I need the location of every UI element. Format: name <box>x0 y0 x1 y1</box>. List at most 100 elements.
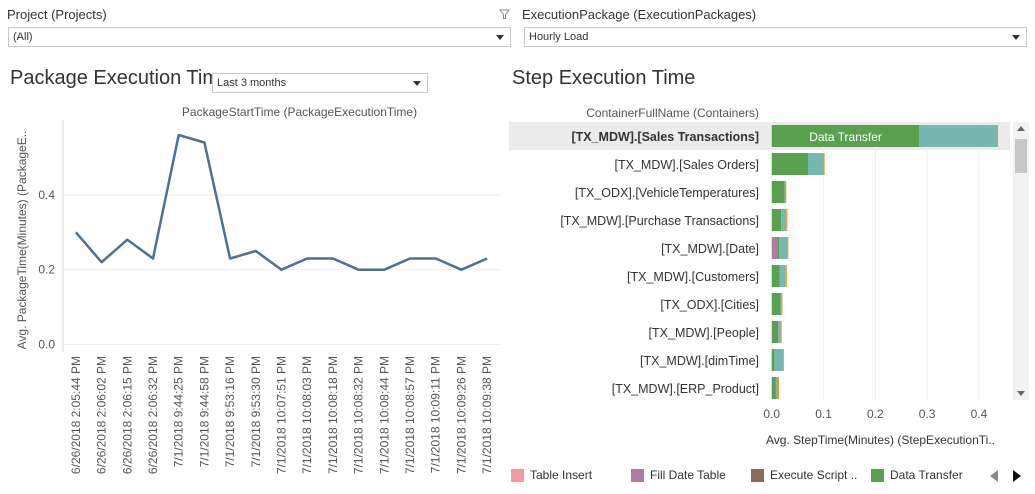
data-point[interactable] <box>456 265 466 275</box>
x-tick-label: 6/26/2018 2:06:15 PM <box>120 356 134 474</box>
x-tick-label: 0.4 <box>971 407 988 421</box>
step-chart-scrollbar[interactable] <box>1013 122 1029 400</box>
bar-segment[interactable] <box>785 265 787 287</box>
data-point[interactable] <box>405 253 415 263</box>
legend-swatch-3 <box>871 468 884 482</box>
category-label[interactable]: [TX_MDW].[Customers] <box>627 270 759 284</box>
bar-segment[interactable] <box>771 349 775 371</box>
data-point[interactable] <box>354 265 364 275</box>
bar-chart-header: ContainerFullName (Containers) <box>586 106 759 120</box>
data-point[interactable] <box>302 253 312 263</box>
data-point[interactable] <box>122 235 132 245</box>
scroll-up-icon[interactable] <box>1017 126 1025 131</box>
y-tick-label: 0.2 <box>38 263 55 277</box>
category-label[interactable]: [TX_ODX].[Cities] <box>660 298 759 312</box>
bar-segment[interactable] <box>823 153 825 175</box>
legend-swatch-2 <box>751 468 764 482</box>
x-tick-label: 0.3 <box>919 407 936 421</box>
bar-segment[interactable] <box>771 265 780 287</box>
x-tick-label: 6/26/2018 2:06:32 PM <box>146 356 160 474</box>
legend-label-1: Fill Date Table <box>650 468 726 482</box>
category-label[interactable]: [TX_MDW].[Sales Orders] <box>615 158 759 172</box>
category-label[interactable]: [TX_MDW].[Sales Transactions] <box>571 130 759 144</box>
data-point[interactable] <box>431 253 441 263</box>
bar-segment[interactable] <box>779 237 788 259</box>
legend-item-1[interactable]: Fill Date Table <box>631 466 726 484</box>
step-bar-chart[interactable]: ContainerFullName (Containers) [TX_MDW].[… <box>509 106 1010 447</box>
scrollbar-thumb[interactable] <box>1015 139 1027 173</box>
bar-segment[interactable] <box>787 237 789 259</box>
x-tick-label: 6/26/2018 2:05:44 PM <box>69 356 83 474</box>
x-tick-label: 0.1 <box>815 407 832 421</box>
x-tick-label: 7/1/2018 10:08:44 PM <box>377 356 391 474</box>
bar-segment[interactable] <box>771 181 785 203</box>
charts-canvas: PackageStartTime (PackageExecutionTime) 0… <box>15 105 1010 474</box>
category-label[interactable]: [TX_MDW].[ERP_Product] <box>612 382 759 396</box>
x-tick-label: 7/1/2018 10:08:57 PM <box>403 356 417 474</box>
x-tick-label: 7/1/2018 10:08:32 PM <box>352 356 366 474</box>
bar-segment[interactable] <box>781 209 787 231</box>
x-tick-label: 7/1/2018 10:09:38 PM <box>480 356 494 474</box>
legend-prev-icon[interactable] <box>990 470 998 482</box>
legend-label-0: Table Insert <box>530 468 593 482</box>
bar-segment[interactable] <box>771 209 782 231</box>
x-tick-label: 7/1/2018 10:08:03 PM <box>300 356 314 474</box>
legend-label-2: Execute Script .. <box>770 468 858 482</box>
category-label[interactable]: [TX_MDW].[People] <box>649 326 759 340</box>
x-tick-label: 0.0 <box>763 407 780 421</box>
bar-segment[interactable] <box>771 237 778 259</box>
bar-segment[interactable] <box>780 321 782 343</box>
bar-segment[interactable] <box>777 321 781 343</box>
package-line-chart[interactable]: PackageStartTime (PackageExecutionTime) 0… <box>15 105 500 474</box>
bar-segment[interactable] <box>786 209 788 231</box>
bar-segment[interactable] <box>997 125 999 147</box>
bar-segment[interactable] <box>771 321 778 343</box>
bar-segment[interactable] <box>781 293 783 315</box>
legend-item-0[interactable]: Table Insert <box>511 466 592 484</box>
x-axis-label: Avg. StepTime(Minutes) (StepExecutionTi.… <box>766 433 995 447</box>
data-point[interactable] <box>199 137 209 147</box>
scroll-down-icon[interactable] <box>1017 391 1025 396</box>
x-tick-label: 7/1/2018 9:44:25 PM <box>172 356 186 467</box>
category-label[interactable]: [TX_MDW].[dimTime] <box>640 354 759 368</box>
data-point[interactable] <box>379 265 389 275</box>
y-axis-label: Avg. PackageTime(Minutes) (PackageE.. <box>15 131 29 350</box>
data-point[interactable] <box>482 253 492 263</box>
bar-segment[interactable] <box>780 293 782 315</box>
bar-segment[interactable] <box>808 153 824 175</box>
bar-segment[interactable] <box>777 237 780 259</box>
bar-segment[interactable] <box>771 153 809 175</box>
y-tick-label: 0.4 <box>38 188 55 202</box>
bar-segment[interactable] <box>783 349 784 371</box>
data-point[interactable] <box>71 227 81 237</box>
data-point[interactable] <box>328 253 338 263</box>
bar-segment[interactable] <box>774 349 784 371</box>
bar-segment[interactable] <box>775 377 778 399</box>
x-tick-label: 7/1/2018 10:07:51 PM <box>275 356 289 474</box>
x-tick-label: 7/1/2018 10:09:26 PM <box>454 356 468 474</box>
category-label[interactable]: [TX_MDW].[Date] <box>661 242 759 256</box>
legend-next-icon[interactable] <box>1013 470 1021 482</box>
data-point[interactable] <box>225 253 235 263</box>
bar-segment[interactable] <box>771 293 781 315</box>
bar-segment[interactable] <box>785 181 787 203</box>
data-point[interactable] <box>174 130 184 140</box>
data-point[interactable] <box>277 265 287 275</box>
bar-segment[interactable] <box>777 377 780 399</box>
legend-item-3[interactable]: Data Transfer <box>871 466 963 484</box>
category-label[interactable]: [TX_ODX].[VehicleTemperatures] <box>575 186 759 200</box>
data-point[interactable] <box>251 246 261 256</box>
x-tick-label: 0.2 <box>867 407 884 421</box>
legend-item-2[interactable]: Execute Script .. <box>751 466 857 484</box>
x-tick-label: 7/1/2018 9:44:58 PM <box>197 356 211 467</box>
line-chart-title: PackageStartTime (PackageExecutionTime) <box>182 105 417 119</box>
bar-segment[interactable] <box>779 265 786 287</box>
data-point[interactable] <box>148 253 158 263</box>
x-tick-label: 7/1/2018 9:53:30 PM <box>249 356 263 467</box>
data-point[interactable] <box>97 257 107 267</box>
series-line[interactable] <box>74 133 488 271</box>
bar-segment[interactable] <box>771 377 776 399</box>
x-tick-label: 6/26/2018 2:06:02 PM <box>95 356 109 474</box>
bar-segment[interactable] <box>919 125 998 147</box>
category-label[interactable]: [TX_MDW].[Purchase Transactions] <box>560 214 759 228</box>
